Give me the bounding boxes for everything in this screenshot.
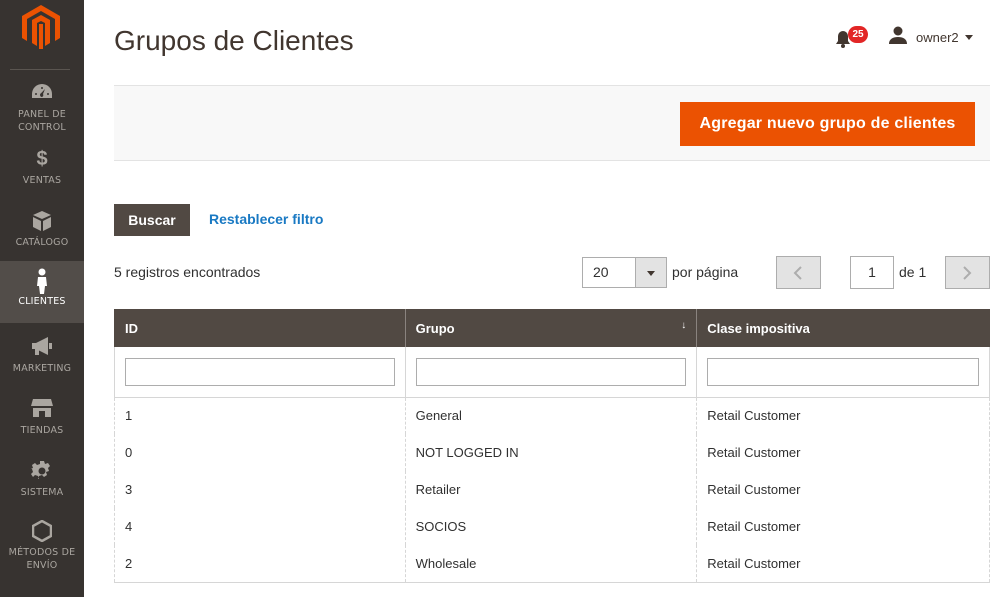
per-page-label: por página bbox=[672, 264, 739, 280]
search-button[interactable]: Buscar bbox=[114, 204, 190, 236]
column-header-label: Grupo bbox=[415, 320, 455, 336]
group-filter-input[interactable] bbox=[415, 357, 687, 386]
cell-group: Retailer bbox=[404, 471, 698, 508]
cell-id: 0 bbox=[114, 434, 406, 471]
sidebar-item-label: PANEL DE CONTROL bbox=[18, 109, 66, 133]
table-row[interactable]: 0 NOT LOGGED IN Retail Customer bbox=[114, 434, 990, 471]
id-filter-input[interactable] bbox=[125, 357, 395, 386]
box-icon bbox=[0, 210, 84, 232]
filter-cell bbox=[114, 347, 406, 398]
table-row[interactable]: 2 Wholesale Retail Customer bbox=[114, 545, 990, 583]
sidebar-item-system[interactable]: SISTEMA bbox=[0, 460, 84, 522]
gear-icon bbox=[0, 460, 84, 482]
sort-arrow-icon: ↓ bbox=[681, 320, 687, 331]
user-menu[interactable]: owner2 bbox=[888, 26, 973, 48]
sidebar-item-sales[interactable]: $ VENTAS bbox=[0, 148, 84, 210]
caret-down-icon bbox=[964, 34, 973, 40]
notification-count-badge: 25 bbox=[848, 26, 868, 43]
total-pages-text: de 1 bbox=[899, 264, 927, 280]
sidebar-item-marketing[interactable]: MARKETING bbox=[0, 336, 84, 398]
records-found-text: 5 registros encontrados bbox=[114, 264, 261, 280]
column-header-id[interactable]: ID bbox=[114, 309, 406, 347]
sidebar-item-label: SISTEMA bbox=[20, 487, 64, 498]
cell-group: General bbox=[404, 397, 698, 434]
sidebar-item-shipping-methods[interactable]: MÉTODOS DE ENVÍO bbox=[0, 519, 84, 590]
cell-id: 1 bbox=[114, 397, 406, 434]
cell-id: 2 bbox=[114, 545, 406, 583]
previous-page-button[interactable] bbox=[776, 256, 821, 289]
sidebar-item-stores[interactable]: TIENDAS bbox=[0, 398, 84, 460]
filter-cell bbox=[404, 347, 698, 398]
add-customer-group-button[interactable]: Agregar nuevo grupo de clientes bbox=[680, 102, 975, 146]
magento-logo-icon[interactable] bbox=[22, 5, 60, 49]
sidebar-divider bbox=[10, 69, 70, 70]
cell-group: SOCIOS bbox=[404, 508, 698, 545]
filter-row bbox=[114, 347, 990, 398]
cell-id: 4 bbox=[114, 508, 406, 545]
table-row[interactable]: 3 Retailer Retail Customer bbox=[114, 471, 990, 508]
store-icon bbox=[0, 398, 84, 420]
cell-group: NOT LOGGED IN bbox=[404, 434, 698, 471]
dollar-icon: $ bbox=[36, 148, 48, 170]
reset-filter-link[interactable]: Restablecer filtro bbox=[209, 211, 323, 227]
chevron-right-icon bbox=[963, 266, 972, 280]
sidebar-item-label: MÉTODOS DE ENVÍO bbox=[8, 547, 76, 571]
chevron-left-icon bbox=[793, 266, 802, 280]
column-header-group[interactable]: Grupo ↓ bbox=[404, 309, 697, 347]
hexagon-icon bbox=[0, 519, 84, 543]
cell-tax-class: Retail Customer bbox=[696, 397, 990, 434]
cell-tax-class: Retail Customer bbox=[696, 471, 990, 508]
current-page-input[interactable]: 1 bbox=[850, 256, 894, 289]
sidebar-item-label: MARKETING bbox=[12, 363, 72, 374]
sidebar-item-label: VENTAS bbox=[22, 175, 62, 186]
sidebar-item-label: TIENDAS bbox=[20, 425, 64, 436]
filter-cell bbox=[696, 347, 990, 398]
megaphone-icon bbox=[0, 336, 84, 358]
page-title: Grupos de Clientes bbox=[114, 25, 354, 56]
table-row[interactable]: 1 General Retail Customer bbox=[114, 397, 990, 434]
cell-tax-class: Retail Customer bbox=[696, 508, 990, 545]
cell-id: 3 bbox=[114, 471, 406, 508]
tax-class-filter-input[interactable] bbox=[707, 357, 979, 386]
per-page-select[interactable]: 20 bbox=[582, 257, 667, 288]
grid-header-row: ID Grupo ↓ Clase impositiva bbox=[114, 309, 990, 347]
cell-group: Wholesale bbox=[404, 545, 698, 583]
customer-groups-grid: ID Grupo ↓ Clase impositiva 1 General Re… bbox=[114, 309, 990, 583]
sidebar-item-customers[interactable]: CLIENTES bbox=[0, 261, 84, 323]
page-actions-bar: Agregar nuevo grupo de clientes bbox=[114, 85, 990, 161]
per-page-value: 20 bbox=[593, 264, 609, 280]
admin-sidebar: PANEL DE CONTROL $ VENTAS CATÁLOGO CLIEN… bbox=[0, 0, 84, 597]
person-icon bbox=[0, 268, 84, 294]
chevron-down-icon[interactable] bbox=[635, 258, 666, 287]
cell-tax-class: Retail Customer bbox=[696, 545, 990, 583]
dashboard-icon bbox=[0, 82, 84, 104]
notifications-button[interactable]: 25 bbox=[833, 26, 873, 52]
sidebar-item-dashboard[interactable]: PANEL DE CONTROL bbox=[0, 82, 84, 144]
user-name: owner2 bbox=[916, 29, 959, 45]
next-page-button[interactable] bbox=[945, 256, 990, 289]
cell-tax-class: Retail Customer bbox=[696, 434, 990, 471]
user-icon bbox=[888, 26, 908, 49]
sidebar-item-label: CATÁLOGO bbox=[15, 237, 69, 248]
table-row[interactable]: 4 SOCIOS Retail Customer bbox=[114, 508, 990, 545]
sidebar-item-label: CLIENTES bbox=[18, 296, 66, 307]
column-header-tax-class[interactable]: Clase impositiva bbox=[696, 309, 990, 347]
